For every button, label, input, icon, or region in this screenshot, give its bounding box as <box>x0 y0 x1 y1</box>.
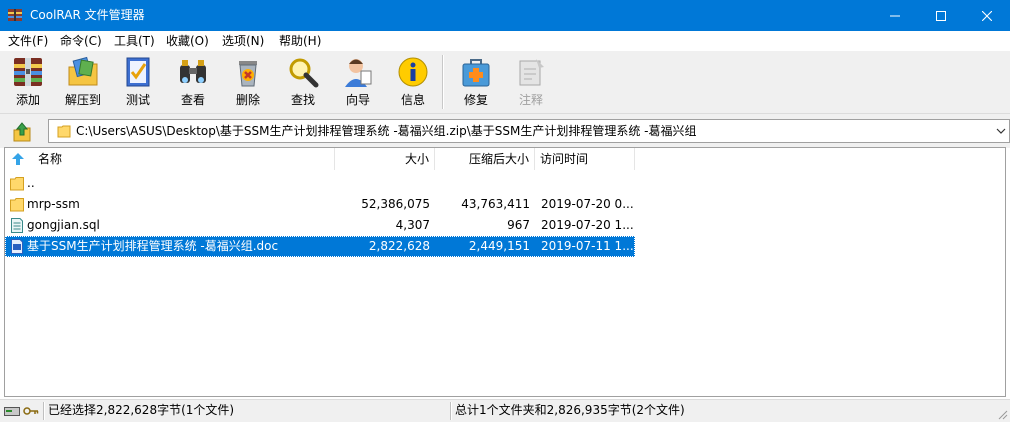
status-divider <box>43 402 45 420</box>
status-total: 总计1个文件夹和2,826,935字节(2个文件) <box>455 403 685 417</box>
wizard-button[interactable]: 向导 <box>330 53 386 111</box>
text-file-icon <box>11 218 23 233</box>
file-packed-size: 2,449,151 <box>468 239 530 253</box>
info-icon <box>398 57 428 87</box>
file-size: 52,386,075 <box>361 197 430 211</box>
menu-bar: 文件(F) 命令(C) 工具(T) 收藏(O) 选项(N) 帮助(H) <box>0 31 1010 51</box>
find-label: 查找 <box>290 93 315 107</box>
test-check-icon <box>126 57 150 87</box>
file-list-header: 名称 大小 压缩后大小 访问时间 <box>5 148 1005 170</box>
title-bar: CoolRAR 文件管理器 <box>0 0 1010 31</box>
file-row-mrp-ssm[interactable]: mrp-ssm 52,386,075 43,763,411 2019-07-20… <box>5 194 635 215</box>
add-button[interactable]: 添加 <box>0 53 56 111</box>
column-accessed[interactable]: 访问时间 <box>535 148 635 170</box>
test-button[interactable]: 测试 <box>110 53 166 111</box>
file-packed-size: 967 <box>507 218 530 232</box>
first-aid-kit-icon <box>462 59 490 87</box>
file-name: gongjian.sql <box>27 218 100 232</box>
comment-button[interactable]: 注释 <box>503 53 559 111</box>
binoculars-icon <box>180 60 206 83</box>
column-packed[interactable]: 压缩后大小 <box>435 148 535 170</box>
drive-icon[interactable] <box>4 405 20 417</box>
maximize-icon <box>936 10 946 21</box>
column-accessed-label: 访问时间 <box>540 152 589 166</box>
find-button[interactable]: 查找 <box>275 53 331 111</box>
view-label: 查看 <box>180 93 205 107</box>
magnifier-icon <box>289 58 319 88</box>
close-icon <box>982 10 992 21</box>
menu-help[interactable]: 帮助(H) <box>279 33 321 49</box>
column-packed-label: 压缩后大小 <box>468 152 529 166</box>
address-row: C:\Users\ASUS\Desktop\基于SSM生产计划排程管理系统 -葛… <box>0 113 1010 148</box>
archive-books-icon <box>14 58 42 86</box>
column-size[interactable]: 大小 <box>335 148 435 170</box>
comment-label: 注释 <box>518 93 543 107</box>
file-row-parent[interactable]: .. <box>5 173 635 194</box>
add-label: 添加 <box>15 93 40 107</box>
doc-file-icon <box>11 239 23 254</box>
column-size-label: 大小 <box>404 152 429 166</box>
folder-icon <box>10 198 24 212</box>
menu-tools[interactable]: 工具(T) <box>114 33 155 49</box>
repair-button[interactable]: 修复 <box>448 53 504 111</box>
menu-file[interactable]: 文件(F) <box>8 33 48 49</box>
comment-note-icon <box>519 59 544 86</box>
repair-label: 修复 <box>463 93 488 107</box>
column-name-label: 名称 <box>38 152 63 166</box>
up-folder-button[interactable] <box>8 120 36 144</box>
close-button[interactable] <box>964 0 1010 31</box>
file-list: 名称 大小 压缩后大小 访问时间 .. mrp-ssm 52,386,075 4… <box>4 147 1006 397</box>
file-name: mrp-ssm <box>27 197 80 211</box>
resize-grip-icon[interactable] <box>996 408 1008 420</box>
address-bar[interactable]: C:\Users\ASUS\Desktop\基于SSM生产计划排程管理系统 -葛… <box>48 119 1010 143</box>
menu-favorites[interactable]: 收藏(O) <box>166 33 209 49</box>
info-button[interactable]: 信息 <box>385 53 441 111</box>
file-size: 2,822,628 <box>368 239 430 253</box>
file-row-gongjian-sql[interactable]: gongjian.sql 4,307 967 2019-07-20 1... <box>5 215 635 236</box>
wizard-label: 向导 <box>345 93 370 107</box>
toolbar-separator <box>442 55 444 109</box>
key-icon[interactable] <box>23 405 39 417</box>
file-size: 4,307 <box>395 218 430 232</box>
file-accessed: 2019-07-20 0... <box>541 197 634 211</box>
file-accessed <box>541 173 635 194</box>
file-packed-size: 43,763,411 <box>461 197 530 211</box>
status-bar: 已经选择2,822,628字节(1个文件) 总计1个文件夹和2,826,935字… <box>0 399 1010 422</box>
delete-label: 删除 <box>235 93 260 107</box>
maximize-button[interactable] <box>918 0 964 31</box>
window-title: CoolRAR 文件管理器 <box>30 8 145 22</box>
chevron-down-icon[interactable] <box>995 125 1007 137</box>
folder-icon <box>57 125 71 138</box>
trash-can-icon <box>239 61 257 87</box>
view-button[interactable]: 查看 <box>165 53 221 111</box>
folder-icon <box>10 177 24 191</box>
delete-button[interactable]: 删除 <box>220 53 276 111</box>
file-accessed: 2019-07-20 1... <box>541 218 634 232</box>
extract-button[interactable]: 解压到 <box>55 53 111 111</box>
column-name[interactable]: 名称 <box>5 148 335 170</box>
file-packed-size <box>435 173 530 194</box>
extract-label: 解压到 <box>64 93 101 107</box>
minimize-icon <box>890 15 900 16</box>
info-label: 信息 <box>400 93 425 107</box>
status-selection: 已经选择2,822,628字节(1个文件) <box>48 403 235 417</box>
wizard-person-icon <box>345 59 372 87</box>
file-row-doc[interactable]: 基于SSM生产计划排程管理系统 -葛福兴组.doc 2,822,628 2,44… <box>5 236 635 257</box>
sort-up-arrow-icon <box>12 153 24 165</box>
file-accessed: 2019-07-11 1... <box>541 239 634 253</box>
coolrar-app-icon <box>8 9 22 21</box>
toolbar: 添加 解压到 测试 查看 删除 查找 向导 信息 修复 注释 <box>0 51 1010 113</box>
file-name: .. <box>27 176 35 190</box>
minimize-button[interactable] <box>872 0 918 31</box>
status-divider <box>450 402 452 420</box>
file-name: 基于SSM生产计划排程管理系统 -葛福兴组.doc <box>27 239 279 253</box>
address-path: C:\Users\ASUS\Desktop\基于SSM生产计划排程管理系统 -葛… <box>76 124 697 138</box>
extract-folder-icon <box>68 56 98 86</box>
menu-options[interactable]: 选项(N) <box>222 33 264 49</box>
menu-command[interactable]: 命令(C) <box>60 33 102 49</box>
up-folder-icon <box>13 122 31 142</box>
test-label: 测试 <box>125 93 150 107</box>
file-size <box>335 173 430 194</box>
